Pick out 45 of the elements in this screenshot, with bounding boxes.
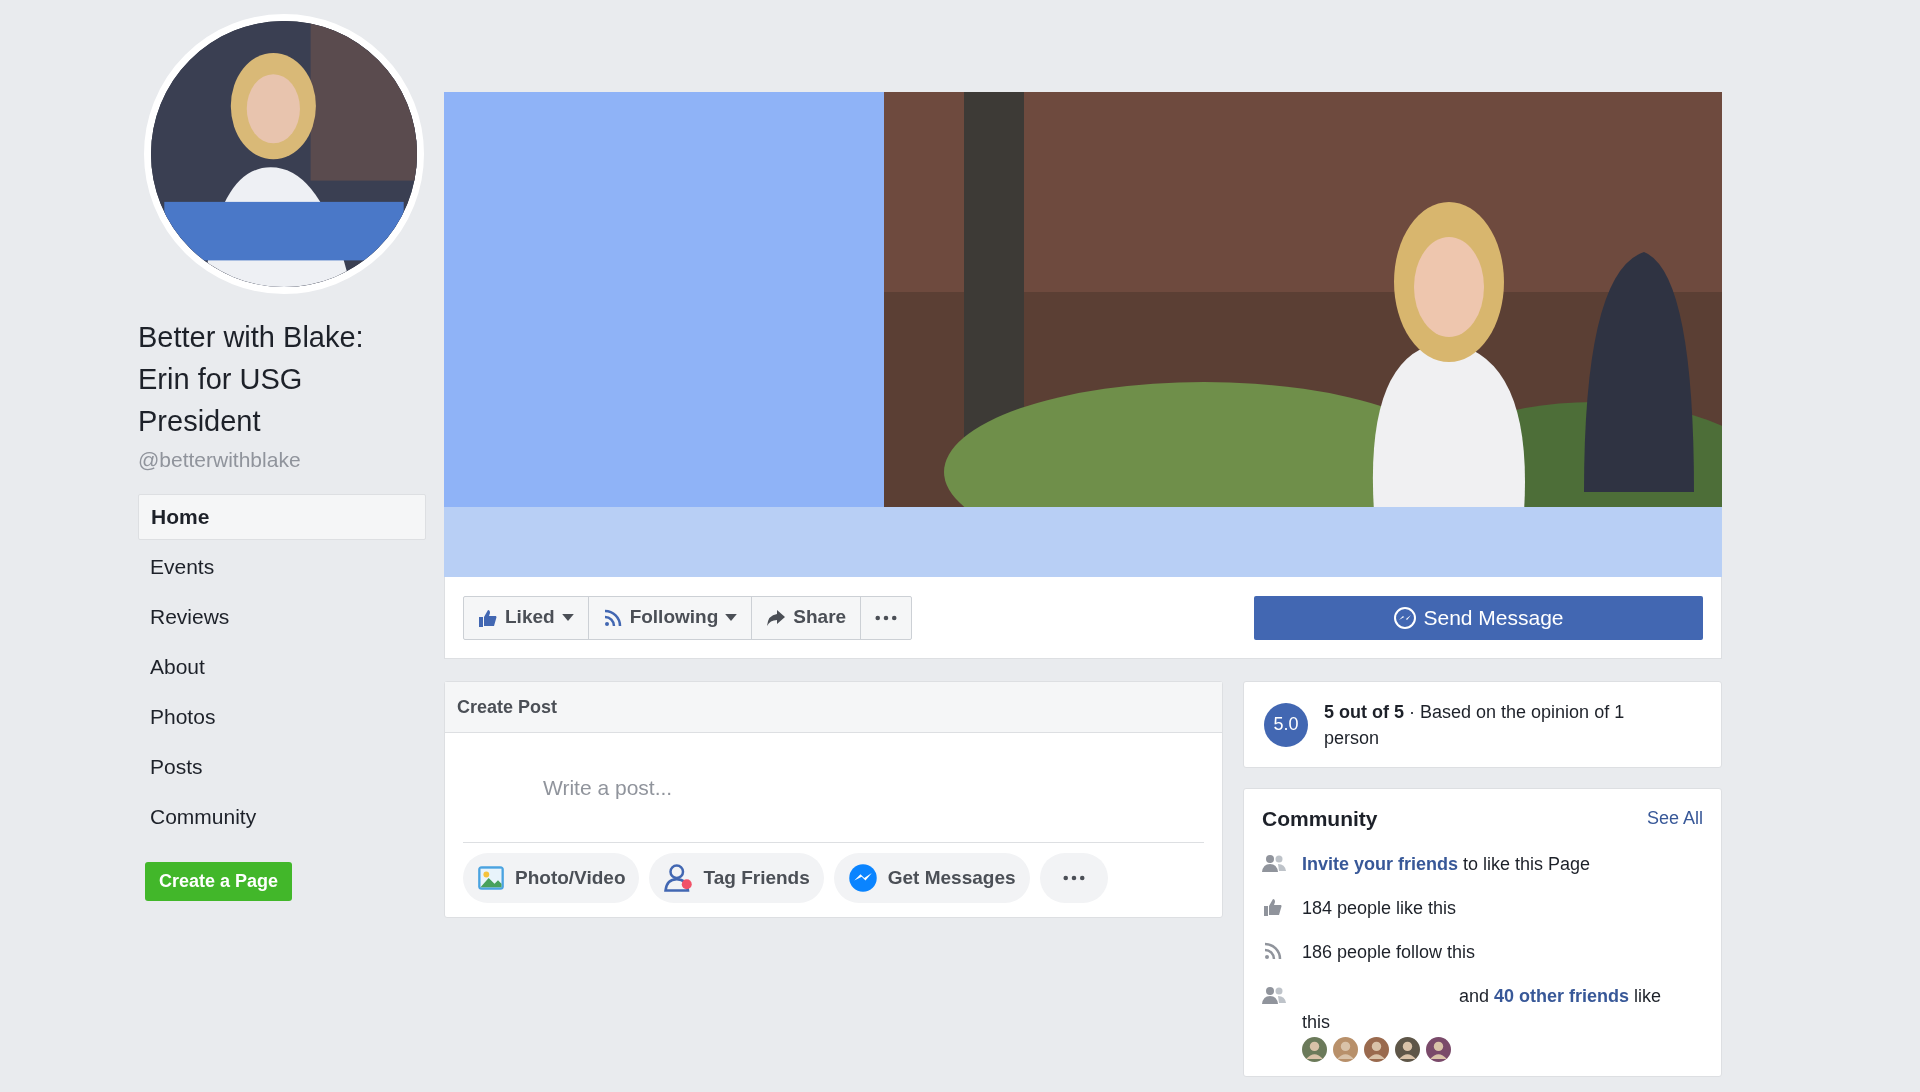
thumbs-up-icon [478,607,498,628]
page-handle: @betterwithblake [138,447,302,473]
share-arrow-icon [766,607,787,628]
friend-avatar-icon[interactable] [1426,1036,1451,1062]
person-tag-icon [663,863,694,893]
nav-item[interactable]: Reviews [138,593,426,640]
liked-button[interactable]: Liked [464,596,588,639]
see-all-link[interactable]: See All [1646,805,1703,833]
nav-item[interactable]: Community [138,793,426,840]
following-button[interactable]: Following [587,596,752,639]
community-stat-text: 184 people like this [1302,896,1458,920]
nav-item[interactable]: Home [138,493,426,540]
nav-item[interactable]: Posts [138,743,426,790]
people-icon [1262,984,1286,1005]
caret-icon [561,614,574,621]
nav-item[interactable]: Photos [138,693,426,740]
friend-avatar-icon[interactable] [1364,1036,1389,1062]
photo-icon [477,864,505,892]
community-stat-text: 186 people follow this [1302,940,1477,964]
people-icon [1262,852,1286,873]
create-post-card[interactable]: Create Post Write a post... Photo/Video Tag Friends Get Messages [444,681,1223,918]
friend-avatar-icon[interactable] [1302,1036,1327,1062]
community-stat-text: Invite your friends to like this Page [1302,852,1592,876]
more-dots-icon [1062,875,1085,881]
caret-icon [725,614,738,621]
rating-score: 5.0 [1264,702,1308,747]
share-button[interactable]: Share [751,596,861,639]
get-messages-button[interactable]: Get Messages [833,853,1030,903]
nav-item[interactable]: Events [138,543,426,590]
community-title: Community [1262,806,1378,832]
photo-video-button[interactable]: Photo/Video [463,853,640,903]
page-title: Better with Blake: Erin for USG President [138,320,365,439]
rss-icon [1262,940,1284,961]
more-dots-icon [875,614,898,621]
rating-summary: 5 out of 5 · Based on the opinion of 1 person [1324,700,1626,750]
other-friends-link[interactable]: 40 other friends [1494,985,1630,1006]
send-message-button[interactable]: Send Message [1254,595,1703,640]
create-post-title: Create Post [457,695,558,719]
friends-like-text: and 40 other friends like this [1302,984,1663,1034]
tag-friends-button[interactable]: Tag Friends [649,853,824,903]
thumbs-up-icon [1262,896,1284,917]
nav-item[interactable]: About [138,643,426,690]
friend-avatar-icon[interactable] [1395,1036,1420,1062]
invite-friends-link[interactable]: Invite your friends [1302,853,1459,874]
rss-icon [602,607,623,628]
